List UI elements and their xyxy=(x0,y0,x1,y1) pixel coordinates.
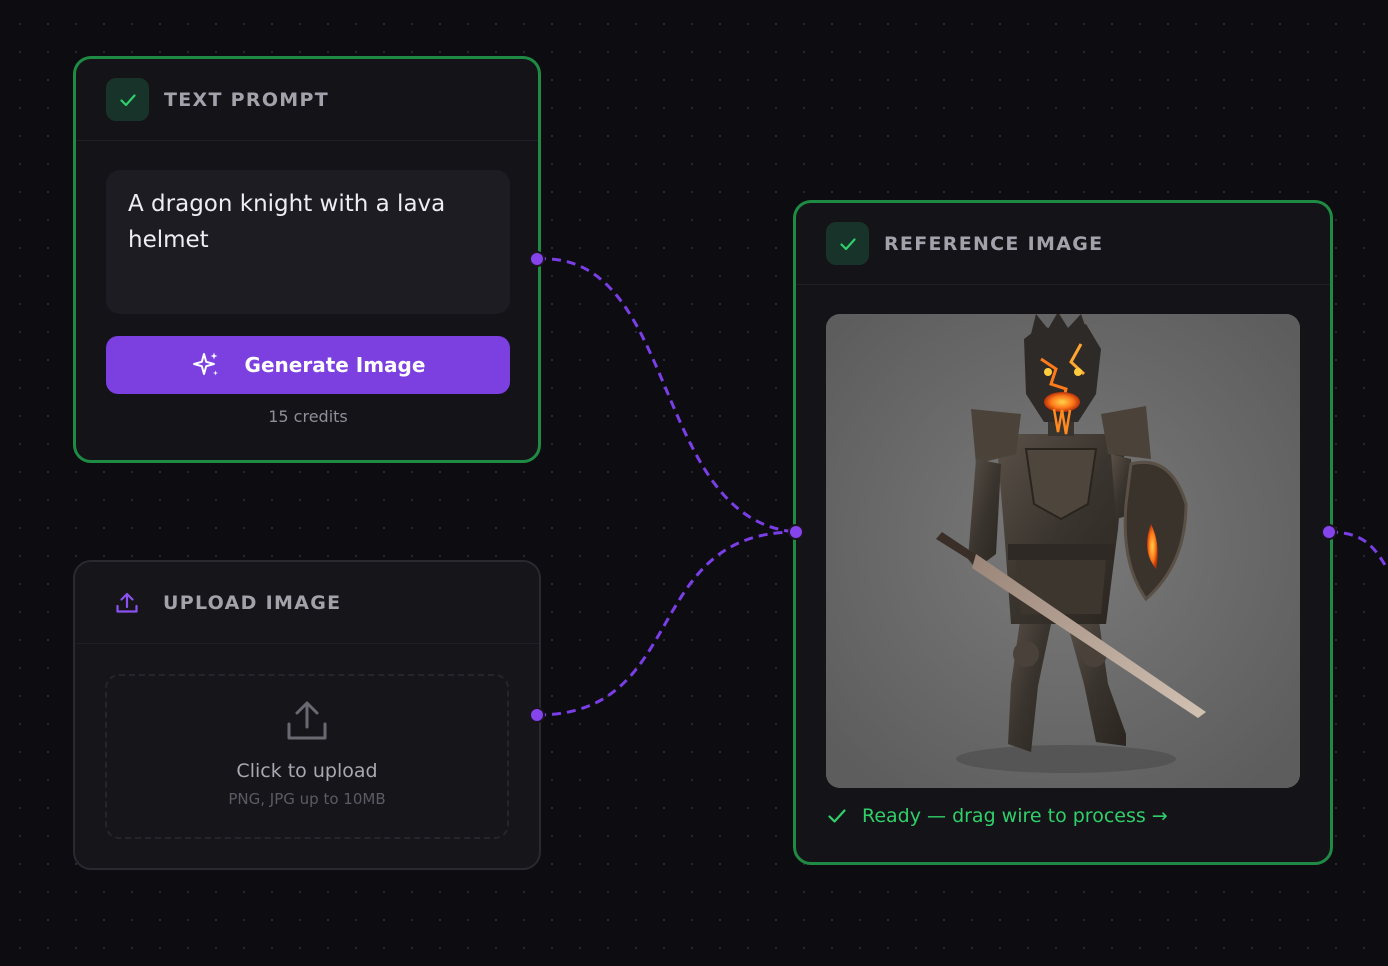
status-check-badge xyxy=(826,222,869,265)
node-title: REFERENCE IMAGE xyxy=(884,232,1104,255)
reference-image-preview xyxy=(826,314,1300,788)
wire-prompt-to-reference xyxy=(536,257,797,534)
reference-image-header[interactable]: REFERENCE IMAGE xyxy=(796,203,1330,285)
dragon-knight-image xyxy=(826,314,1300,788)
prompt-textarea[interactable]: A dragon knight with a lava helmet xyxy=(106,170,510,314)
node-title: TEXT PROMPT xyxy=(164,88,329,111)
sparkles-icon xyxy=(191,350,221,380)
wire-reference-out xyxy=(1328,530,1388,571)
input-port-reference[interactable] xyxy=(788,524,804,540)
check-icon xyxy=(119,93,136,106)
upload-main-text: Click to upload xyxy=(236,760,378,782)
reference-image-node[interactable]: REFERENCE IMAGE Ready — drag wire to pro… xyxy=(793,200,1333,865)
text-prompt-node[interactable]: TEXT PROMPT A dragon knight with a lava … xyxy=(73,56,541,463)
upload-image-header[interactable]: UPLOAD IMAGE xyxy=(75,562,539,644)
node-title: UPLOAD IMAGE xyxy=(163,591,342,614)
wire-upload-to-reference xyxy=(536,530,797,717)
output-port-text-prompt[interactable] xyxy=(529,251,545,267)
upload-drop-zone[interactable]: Click to upload PNG, JPG up to 10MB xyxy=(105,674,509,839)
output-port-reference[interactable] xyxy=(1321,524,1337,540)
output-port-upload[interactable] xyxy=(529,707,545,723)
upload-hint-text: PNG, JPG up to 10MB xyxy=(228,790,386,808)
text-prompt-header[interactable]: TEXT PROMPT xyxy=(76,59,538,141)
check-icon xyxy=(839,237,856,250)
generate-image-button[interactable]: Generate Image xyxy=(106,336,510,394)
upload-icon xyxy=(105,581,148,624)
check-icon xyxy=(826,805,848,827)
credits-label: 15 credits xyxy=(268,407,348,426)
generate-button-label: Generate Image xyxy=(244,353,426,377)
upload-image-node[interactable]: UPLOAD IMAGE Click to upload PNG, JPG up… xyxy=(73,560,541,870)
ready-status: Ready — drag wire to process → xyxy=(826,805,1168,827)
upload-tray-icon xyxy=(287,701,327,740)
status-check-badge xyxy=(106,78,149,121)
ready-status-text: Ready — drag wire to process → xyxy=(862,805,1168,827)
